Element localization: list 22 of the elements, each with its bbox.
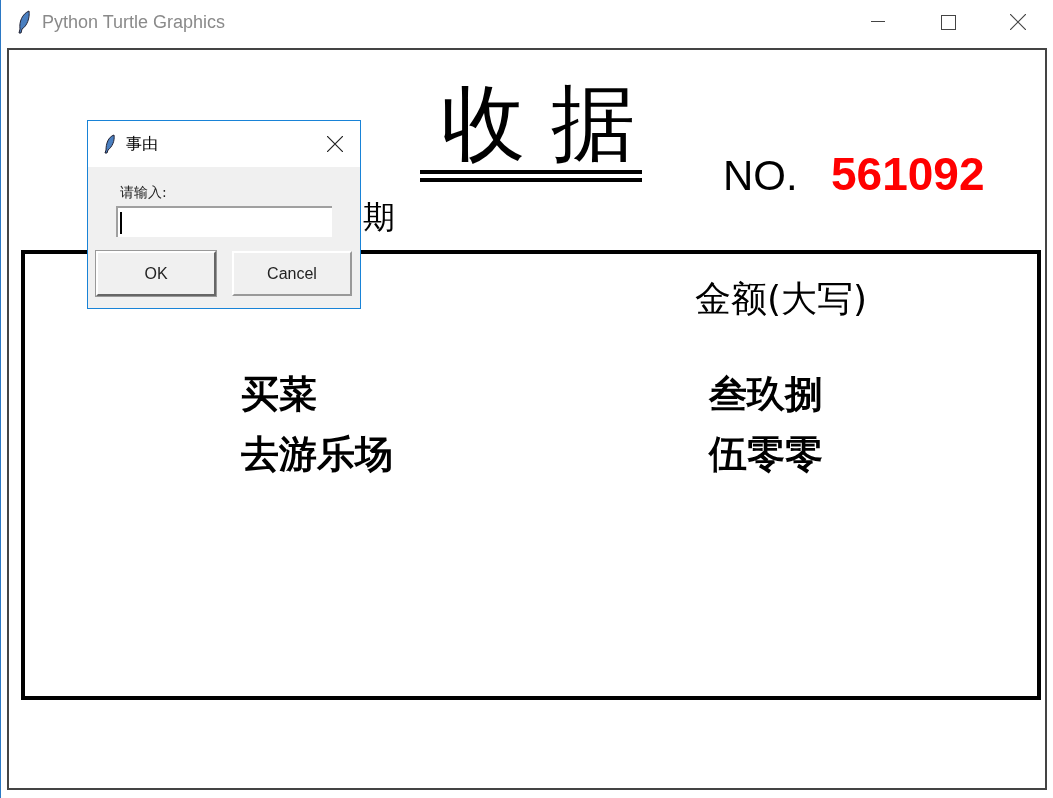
prompt-label: 请输入:: [120, 183, 167, 201]
close-icon: [1010, 14, 1026, 30]
ok-button[interactable]: OK: [96, 251, 216, 296]
amount-cell: 伍零零: [709, 432, 823, 476]
close-button[interactable]: [326, 135, 344, 153]
maximize-icon: [940, 14, 956, 30]
cancel-button[interactable]: Cancel: [232, 251, 352, 296]
close-icon: [327, 136, 343, 152]
dialog-title: 事由: [126, 133, 158, 155]
input-field[interactable]: [116, 206, 332, 237]
window-title: Python Turtle Graphics: [42, 10, 226, 34]
number-label: NO.: [723, 152, 798, 200]
reason-cell: 去游乐场: [241, 432, 393, 476]
minimize-icon: [871, 21, 885, 23]
reason-cell: 买菜: [241, 372, 317, 416]
feather-icon: [17, 10, 31, 34]
date-label: 期: [363, 198, 395, 236]
amount-cell: 叁玖捌: [709, 372, 823, 416]
feather-icon: [104, 134, 116, 154]
receipt-number: 561092: [831, 148, 985, 200]
receipt-title: 收 据: [439, 78, 637, 168]
column-header: 金额(大写): [695, 278, 868, 320]
